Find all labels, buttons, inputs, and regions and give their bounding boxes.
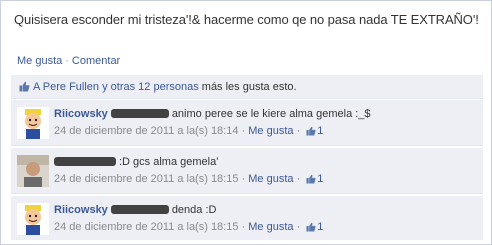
thumbs-up-icon [306,126,316,139]
comment-like-link[interactable]: Me gusta [248,221,293,233]
comment-body: Riicowsky denda :D [54,204,216,216]
comment-meta: 24 de diciembre de 2011 a la(s) 18:15 · … [54,221,324,235]
likes-suffix: más les gusta esto. [201,81,297,93]
comment-text: denda :D [171,204,217,216]
comment-like-count[interactable]: 1 [317,221,323,233]
comment-meta: 24 de diciembre de 2011 a la(s) 18:14 · … [54,125,324,139]
comment-body: Riicowsky animo peree se le kiere alma ge… [54,108,371,120]
redacted-name [110,205,169,214]
comment-link[interactable]: Comentar [72,55,120,67]
likers-link[interactable]: A Pere Fullen y otras 12 personas [33,81,199,93]
comment-timestamp[interactable]: 24 de diciembre de 2011 a la(s) 18:15 [54,221,238,233]
comment-item: Riicowsky denda :D 24 de diciembre de 201… [11,196,483,240]
comment-like-link[interactable]: Me gusta [248,173,293,185]
comment-body: :D gcs alma gemela' [54,156,218,168]
avatar[interactable] [17,203,49,235]
thumbs-up-icon [306,174,316,187]
comment-timestamp[interactable]: 24 de diciembre de 2011 a la(s) 18:14 [54,125,238,137]
redacted-name [54,157,116,166]
comment-item: Riicowsky animo peree se le kiere alma ge… [11,100,483,146]
thumbs-up-icon [306,222,316,235]
thumbs-up-icon [19,81,30,95]
comment-timestamp[interactable]: 24 de diciembre de 2011 a la(s) 18:15 [54,173,238,185]
comment-meta: 24 de diciembre de 2011 a la(s) 18:15 · … [54,173,324,187]
comment-like-count[interactable]: 1 [317,125,323,137]
avatar[interactable] [17,107,49,139]
redacted-name [110,109,169,118]
post-text: Quisisera esconder mi tristeza'!& hacerm… [14,12,479,27]
likes-bar: A Pere Fullen y otras 12 personas más le… [11,75,483,99]
comment-author[interactable]: Riicowsky [54,108,108,120]
comment-item: :D gcs alma gemela' 24 de diciembre de 2… [11,148,483,194]
comment-text: :D gcs alma gemela' [119,156,219,168]
avatar[interactable] [17,155,49,187]
comment-like-link[interactable]: Me gusta [248,125,293,137]
comment-text: animo peree se le kiere alma gemela :_$ [171,108,371,120]
separator: · [65,55,69,67]
comment-like-count[interactable]: 1 [317,173,323,185]
like-link[interactable]: Me gusta [17,55,62,67]
comment-author[interactable]: Riicowsky [54,204,108,216]
post-actions: Me gusta · Comentar [17,55,120,67]
